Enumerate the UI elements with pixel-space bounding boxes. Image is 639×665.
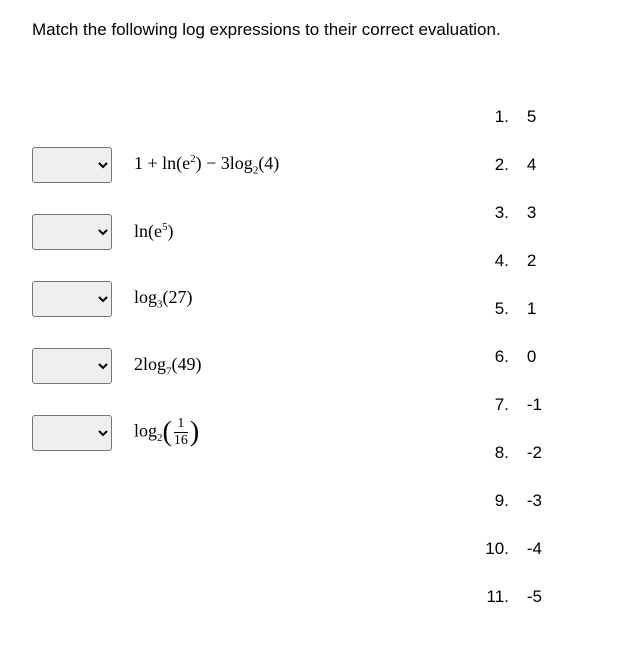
text: (4)	[258, 153, 279, 173]
answer-number: 7.	[477, 395, 509, 415]
answer-number: 10.	[477, 539, 509, 559]
answer-option: 2.4	[477, 155, 542, 175]
match-row: log2(116)	[32, 415, 279, 451]
answer-number: 11.	[477, 587, 509, 607]
answer-value: -3	[527, 491, 542, 511]
answer-option: 1.5	[477, 107, 542, 127]
answers-column: 1.5 2.4 3.3 4.2 5.1 6.0 7.-1 8.-2 9.-3 1…	[477, 107, 607, 635]
answer-value: 3	[527, 203, 536, 223]
text: log	[134, 421, 157, 441]
answer-value: -1	[527, 395, 542, 415]
answer-number: 6.	[477, 347, 509, 367]
denominator: 16	[174, 433, 188, 448]
question-prompt: Match the following log expressions to t…	[32, 18, 607, 42]
answer-option: 10. -4	[477, 539, 542, 559]
expressions-column: 1 + ln(e2) − 3log2(4) ln(e5) log3(27) 2l…	[32, 107, 279, 482]
answer-value: -4	[527, 539, 542, 559]
numerator: 1	[174, 417, 188, 433]
answer-option: 4.2	[477, 251, 542, 271]
answer-option: 8. -2	[477, 443, 542, 463]
open-paren: (	[163, 417, 172, 448]
text: (27)	[163, 287, 193, 307]
answer-option: 9. -3	[477, 491, 542, 511]
answer-value: 4	[527, 155, 536, 175]
answer-option: 7. -1	[477, 395, 542, 415]
fraction: 116	[174, 417, 188, 448]
text: e	[154, 221, 162, 241]
text: log	[134, 287, 157, 307]
answer-value: 0	[527, 347, 536, 367]
text: e	[182, 153, 190, 173]
text: − 3log	[202, 153, 253, 173]
answer-select-2[interactable]	[32, 214, 112, 250]
answer-number: 8.	[477, 443, 509, 463]
answer-option: 11. -5	[477, 587, 542, 607]
answer-number: 5.	[477, 299, 509, 319]
superscript: 2	[190, 153, 196, 165]
answer-value: 5	[527, 107, 536, 127]
expression-2: ln(e5)	[134, 221, 174, 242]
expression-1: 1 + ln(e2) − 3log2(4)	[134, 153, 279, 177]
expression-4: 2log7(49)	[134, 354, 202, 378]
answer-number: 3.	[477, 203, 509, 223]
answer-number: 9.	[477, 491, 509, 511]
answer-number: 2.	[477, 155, 509, 175]
text: 2log	[134, 354, 166, 374]
answer-select-1[interactable]	[32, 147, 112, 183]
answer-value: -2	[527, 443, 542, 463]
text: 1 + ln	[134, 153, 176, 173]
match-row: log3(27)	[32, 281, 279, 317]
close-paren: )	[190, 417, 199, 448]
text: ln	[134, 221, 148, 241]
expression-5: log2(116)	[134, 417, 199, 448]
answer-select-3[interactable]	[32, 281, 112, 317]
match-row: ln(e5)	[32, 214, 279, 250]
text: (49)	[172, 354, 202, 374]
answer-option: 6.0	[477, 347, 542, 367]
answer-number: 4.	[477, 251, 509, 271]
answer-select-5[interactable]	[32, 415, 112, 451]
answer-value: -5	[527, 587, 542, 607]
answer-number: 1.	[477, 107, 509, 127]
answer-value: 1	[527, 299, 536, 319]
match-row: 2log7(49)	[32, 348, 279, 384]
match-row: 1 + ln(e2) − 3log2(4)	[32, 147, 279, 183]
answer-select-4[interactable]	[32, 348, 112, 384]
superscript: 5	[162, 221, 168, 233]
expression-3: log3(27)	[134, 287, 193, 311]
matching-container: 1 + ln(e2) − 3log2(4) ln(e5) log3(27) 2l…	[32, 107, 607, 635]
answer-option: 3.3	[477, 203, 542, 223]
answer-option: 5.1	[477, 299, 542, 319]
answer-value: 2	[527, 251, 536, 271]
